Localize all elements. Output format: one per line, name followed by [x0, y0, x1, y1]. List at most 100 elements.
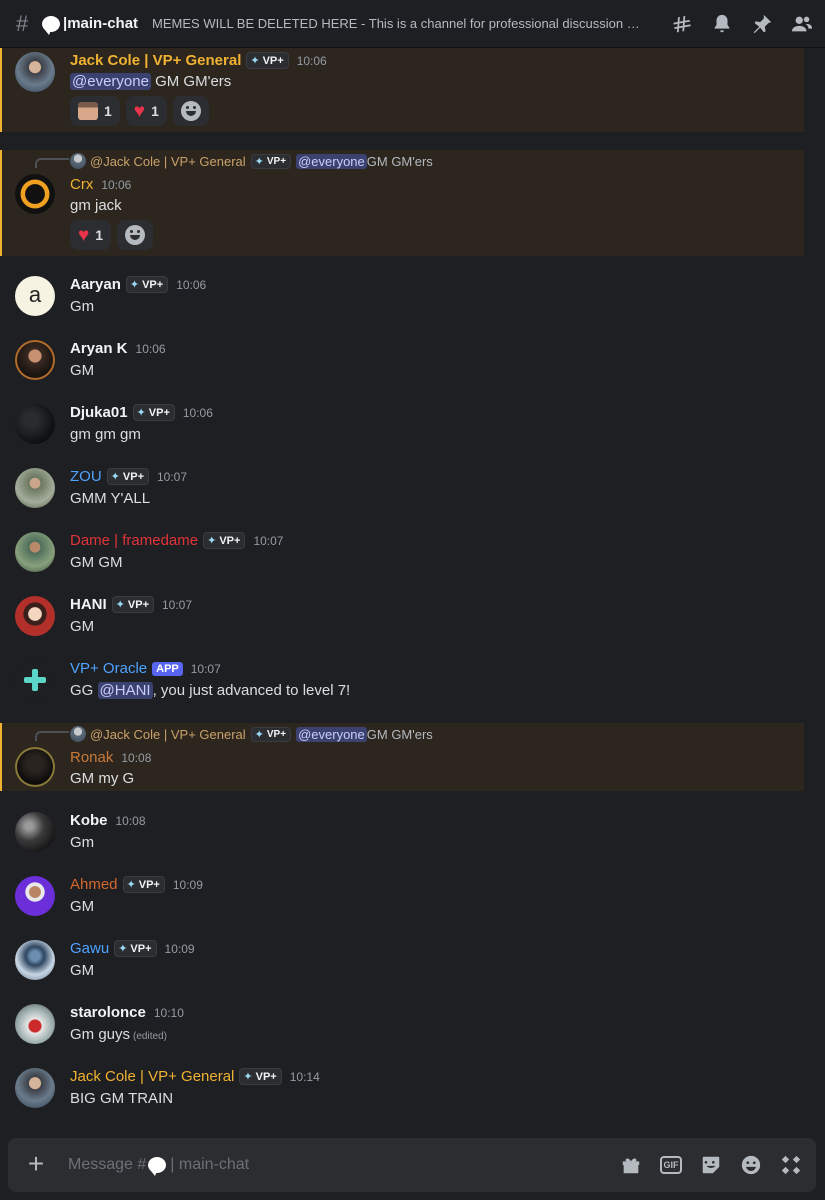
avatar[interactable] [15, 660, 55, 700]
sticker-icon[interactable] [700, 1154, 722, 1176]
face-emoji-icon [78, 102, 98, 120]
username[interactable]: Djuka01 [70, 404, 128, 421]
avatar[interactable] [15, 876, 55, 916]
message-item[interactable]: Djuka01 ✦ VP+ 10:06 gm gm gm [0, 400, 804, 458]
reply-preview[interactable]: @Jack Cole | VP+ General ✦ VP+ @everyone … [70, 153, 433, 169]
timestamp: 10:14 [289, 1069, 320, 1084]
username[interactable]: Kobe [70, 812, 108, 829]
diamond-icon: ✦ [254, 728, 264, 741]
avatar[interactable] [15, 468, 55, 508]
role-tag: ✦ VP+ [122, 876, 165, 893]
message-text: GM [70, 962, 95, 979]
reaction-button[interactable]: ♥ 1 [70, 220, 112, 250]
emoji-icon[interactable] [740, 1154, 762, 1176]
avatar[interactable] [15, 812, 55, 852]
mention[interactable]: @HANI [97, 682, 153, 699]
mention[interactable]: @everyone [296, 726, 367, 742]
avatar[interactable]: a [15, 276, 55, 316]
message-item[interactable]: @Jack Cole | VP+ General ✦ VP+ @everyone … [0, 723, 804, 791]
threads-icon[interactable] [671, 13, 693, 35]
add-reaction-button[interactable] [117, 220, 154, 250]
username[interactable]: HANI [70, 596, 107, 613]
add-reaction-button[interactable] [172, 96, 209, 126]
message-item[interactable]: Jack Cole | VP+ General ✦ VP+ 10:14 BIG G… [0, 1064, 804, 1122]
message-item[interactable]: HANI ✦ VP+ 10:07 GM [0, 592, 804, 650]
pin-icon[interactable] [751, 13, 773, 35]
reaction-button[interactable]: ♥ 1 [125, 96, 167, 126]
gif-icon[interactable]: GIF [660, 1156, 682, 1174]
heart-icon: ♥ [133, 100, 146, 122]
message-item[interactable]: Gawu ✦ VP+ 10:09 GM [0, 936, 804, 994]
avatar[interactable] [15, 596, 55, 636]
bell-icon[interactable] [711, 13, 733, 35]
username[interactable]: Dame | framedame [70, 532, 198, 549]
message-item[interactable]: ZOU ✦ VP+ 10:07 GMM Y'ALL [0, 464, 804, 522]
message-item[interactable]: @Jack Cole | VP+ General ✦ VP+ @everyone … [0, 150, 804, 256]
channel-hash-icon: # [16, 10, 29, 36]
app-badge: APP [152, 661, 183, 676]
username[interactable]: ZOU [70, 468, 102, 485]
diamond-icon: ✦ [129, 279, 140, 291]
speech-bubble-icon [42, 15, 60, 35]
message-composer[interactable]: + Message # | main-chat GIF [8, 1138, 816, 1192]
message-input[interactable]: Message # | main-chat [68, 1156, 249, 1176]
username[interactable]: VP+ Oracle [70, 660, 147, 677]
diamond-icon: ✦ [118, 943, 128, 955]
gift-icon[interactable] [620, 1154, 642, 1176]
role-tag: ✦ VP+ [250, 153, 292, 169]
username[interactable]: Crx [70, 176, 93, 193]
username[interactable]: Ahmed [70, 876, 118, 893]
reply-username[interactable]: @Jack Cole | VP+ General [90, 727, 246, 742]
oracle-plus-icon [24, 669, 46, 691]
reply-username[interactable]: @Jack Cole | VP+ General [90, 154, 246, 169]
reply-connector [35, 731, 69, 741]
message-item[interactable]: Ahmed ✦ VP+ 10:09 GM [0, 872, 804, 930]
add-reaction-icon [180, 101, 201, 121]
message-item[interactable]: Dame | framedame ✦ VP+ 10:07 GM GM [0, 528, 804, 586]
message-item[interactable]: a Aaryan ✦ VP+ 10:06 Gm [0, 272, 804, 330]
channel-topic[interactable]: MEMES WILL BE DELETED HERE - This is a c… [152, 16, 642, 31]
avatar[interactable] [15, 404, 55, 444]
role-tag: ✦ VP+ [111, 596, 154, 613]
avatar[interactable] [15, 532, 55, 572]
message-list[interactable]: Jack Cole | VP+ General ✦ VP+ 10:06 @ever… [0, 48, 825, 1130]
reply-preview[interactable]: @Jack Cole | VP+ General ✦ VP+ @everyone … [70, 726, 433, 742]
role-tag: ✦ VP+ [239, 1068, 282, 1085]
role-tag: ✦ VP+ [203, 532, 246, 549]
avatar[interactable] [15, 1068, 55, 1108]
username[interactable]: Jack Cole | VP+ General [70, 1068, 234, 1085]
members-icon[interactable] [791, 13, 813, 35]
timestamp: 10:07 [253, 533, 284, 548]
mention[interactable]: @everyone [70, 73, 151, 90]
message-item[interactable]: VP+ Oracle APP 10:07 GG @HANI, you just … [0, 656, 804, 714]
avatar[interactable] [15, 340, 55, 380]
username[interactable]: Aaryan [70, 276, 121, 293]
message-text: GMM Y'ALL [70, 490, 151, 507]
message-item[interactable]: Jack Cole | VP+ General ✦ VP+ 10:06 @ever… [0, 48, 804, 132]
message-text: BIG GM TRAIN [70, 1090, 174, 1107]
reaction-button[interactable]: 1 [70, 96, 120, 126]
avatar[interactable] [15, 52, 55, 92]
username[interactable]: Gawu [70, 940, 109, 957]
channel-name[interactable]: |main-chat [63, 15, 138, 32]
reply-text: GM GM'ers [366, 153, 433, 169]
avatar[interactable] [15, 940, 55, 980]
username[interactable]: Aryan K [70, 340, 128, 357]
message-text: GM GM [70, 554, 123, 571]
message-item[interactable]: Aryan K 10:06 GM [0, 336, 804, 394]
timestamp: 10:10 [153, 1005, 184, 1020]
plus-icon[interactable]: + [24, 1150, 48, 1178]
message-text: gm jack [70, 197, 122, 214]
message-item[interactable]: starolonce 10:10 Gm guys (edited) [0, 1000, 804, 1058]
message-text: Gm guys [70, 1026, 131, 1043]
message-item[interactable]: Kobe 10:08 Gm [0, 808, 804, 866]
timestamp: 10:07 [157, 469, 188, 484]
avatar[interactable] [15, 174, 55, 214]
mention[interactable]: @everyone [296, 153, 367, 169]
username[interactable]: Ronak [70, 749, 113, 766]
apps-icon[interactable] [780, 1154, 802, 1176]
username[interactable]: starolonce [70, 1004, 146, 1021]
avatar[interactable] [15, 747, 55, 787]
username[interactable]: Jack Cole | VP+ General [70, 52, 241, 69]
avatar[interactable] [15, 1004, 55, 1044]
